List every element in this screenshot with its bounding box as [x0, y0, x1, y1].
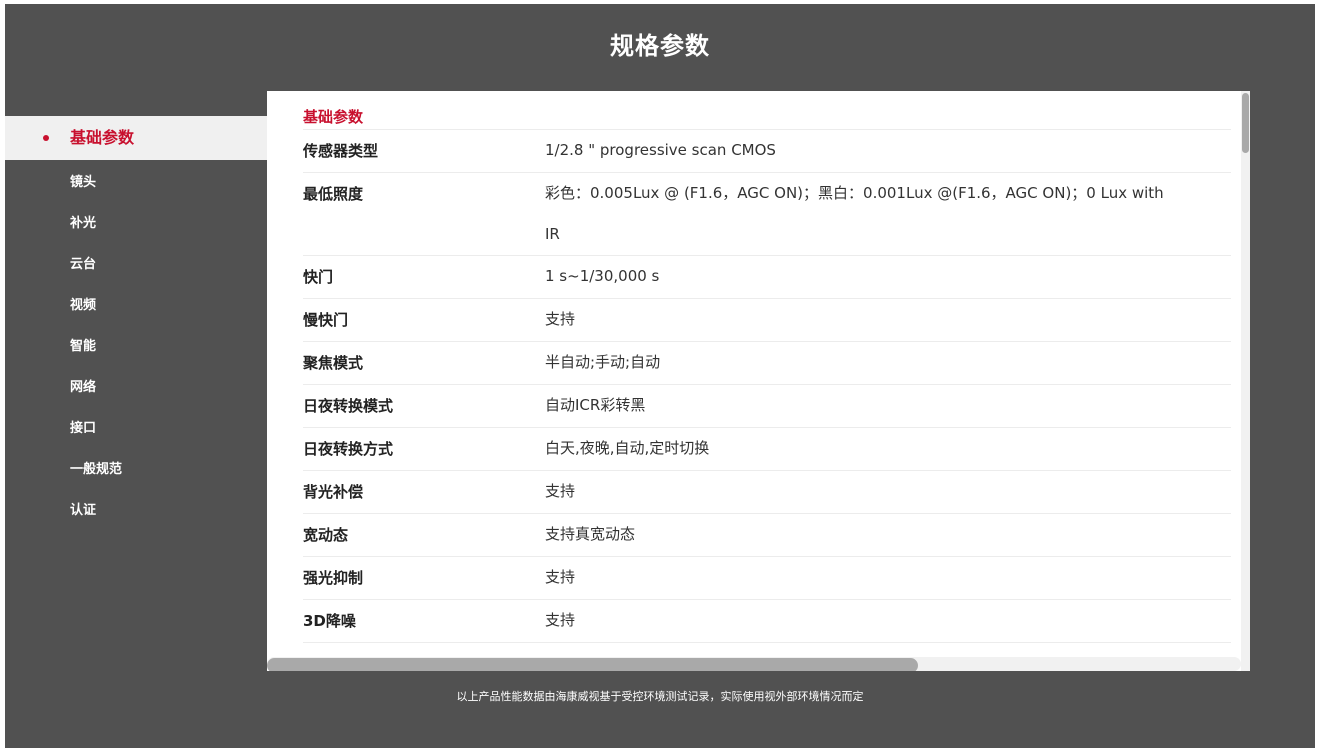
sidebar-item-smart[interactable]: 智能	[5, 326, 267, 367]
spec-panel: 基础参数 传感器类型 1/2.8 " progressive scan CMOS…	[267, 91, 1250, 671]
spec-value: 支持真宽动态	[545, 525, 636, 543]
spec-key: 3D降噪	[303, 612, 356, 630]
sidebar-item-lens[interactable]: 镜头	[5, 162, 267, 203]
sidebar-item-general[interactable]: 一般规范	[5, 449, 267, 490]
table-row: 日夜转换方式 白天,夜晚,自动,定时切换	[303, 428, 1231, 471]
table-row: 快门 1 s~1/30,000 s	[303, 256, 1231, 299]
sidebar-item-label: 云台	[70, 257, 97, 272]
section-title: 基础参数	[303, 105, 1231, 130]
spec-key: 日夜转换方式	[303, 440, 394, 458]
spec-key: 强光抑制	[303, 569, 364, 587]
sidebar-item-video[interactable]: 视频	[5, 285, 267, 326]
spec-value: 1/2.8 " progressive scan CMOS	[545, 141, 776, 159]
spec-value: 支持	[545, 482, 576, 500]
sidebar-item-label: 镜头	[70, 175, 97, 190]
horizontal-scrollbar[interactable]	[267, 657, 1241, 671]
spec-key: 日夜转换模式	[303, 397, 394, 415]
table-row: 慢快门 支持	[303, 299, 1231, 342]
table-row: 强光抑制 支持	[303, 557, 1231, 600]
sidebar-item-interface[interactable]: 接口	[5, 408, 267, 449]
table-row: 聚焦模式 半自动;手动;自动	[303, 342, 1231, 385]
sidebar-item-certification[interactable]: 认证	[5, 490, 267, 531]
sidebar-item-label: 基础参数	[70, 128, 135, 147]
sidebar-item-label: 补光	[70, 216, 97, 231]
active-bullet-icon	[43, 135, 49, 141]
spec-value: 支持	[545, 310, 576, 328]
vertical-scrollbar-thumb[interactable]	[1242, 93, 1249, 153]
sidebar-item-ptz[interactable]: 云台	[5, 244, 267, 285]
spec-key: 背光补偿	[303, 483, 364, 501]
spec-value: 半自动;手动;自动	[545, 353, 661, 371]
spec-value: 自动ICR彩转黑	[545, 396, 646, 414]
table-row: 背光补偿 支持	[303, 471, 1231, 514]
spec-key: 慢快门	[303, 311, 349, 329]
sidebar-item-label: 认证	[70, 503, 97, 518]
sidebar-item-basic-params[interactable]: 基础参数	[5, 116, 267, 160]
spec-key: 传感器类型	[303, 142, 379, 160]
table-row: 传感器类型 1/2.8 " progressive scan CMOS	[303, 130, 1231, 173]
spec-value: 支持	[545, 611, 576, 629]
table-row: 宽动态 支持真宽动态	[303, 514, 1231, 557]
page-frame: 规格参数 基础参数 镜头 补光 云台 视频 智能 网络 接口 一般规范 认证 基…	[5, 4, 1315, 748]
sidebar-item-fill-light[interactable]: 补光	[5, 203, 267, 244]
spec-key: 宽动态	[303, 526, 349, 544]
vertical-scrollbar[interactable]	[1241, 91, 1250, 671]
spec-value: 1 s~1/30,000 s	[545, 267, 660, 285]
sidebar-item-label: 视频	[70, 298, 97, 313]
spec-key: 最低照度	[303, 185, 364, 203]
sidebar-item-label: 一般规范	[70, 462, 123, 477]
sidebar-item-label: 接口	[70, 421, 97, 436]
spec-table: 基础参数 传感器类型 1/2.8 " progressive scan CMOS…	[303, 105, 1231, 643]
spec-key: 聚焦模式	[303, 354, 364, 372]
spec-key: 快门	[303, 268, 334, 286]
page-title: 规格参数	[610, 32, 710, 60]
sidebar: 基础参数 镜头 补光 云台 视频 智能 网络 接口 一般规范 认证	[5, 116, 267, 531]
footer-note: 以上产品性能数据由海康威视基于受控环境测试记录，实际使用视外部环境情况而定	[456, 690, 864, 703]
spec-value: 白天,夜晚,自动,定时切换	[545, 439, 710, 457]
table-row: 3D降噪 支持	[303, 600, 1231, 643]
spec-value: 支持	[545, 568, 576, 586]
spec-value: 彩色：0.005Lux @ (F1.6，AGC ON)；黑白：0.001Lux …	[545, 184, 1164, 243]
sidebar-item-label: 网络	[70, 380, 97, 395]
horizontal-scrollbar-thumb[interactable]	[267, 658, 918, 671]
table-row: 日夜转换模式 自动ICR彩转黑	[303, 385, 1231, 428]
sidebar-item-label: 智能	[70, 339, 97, 354]
sidebar-item-network[interactable]: 网络	[5, 367, 267, 408]
table-row: 最低照度 彩色：0.005Lux @ (F1.6，AGC ON)；黑白：0.00…	[303, 173, 1231, 256]
